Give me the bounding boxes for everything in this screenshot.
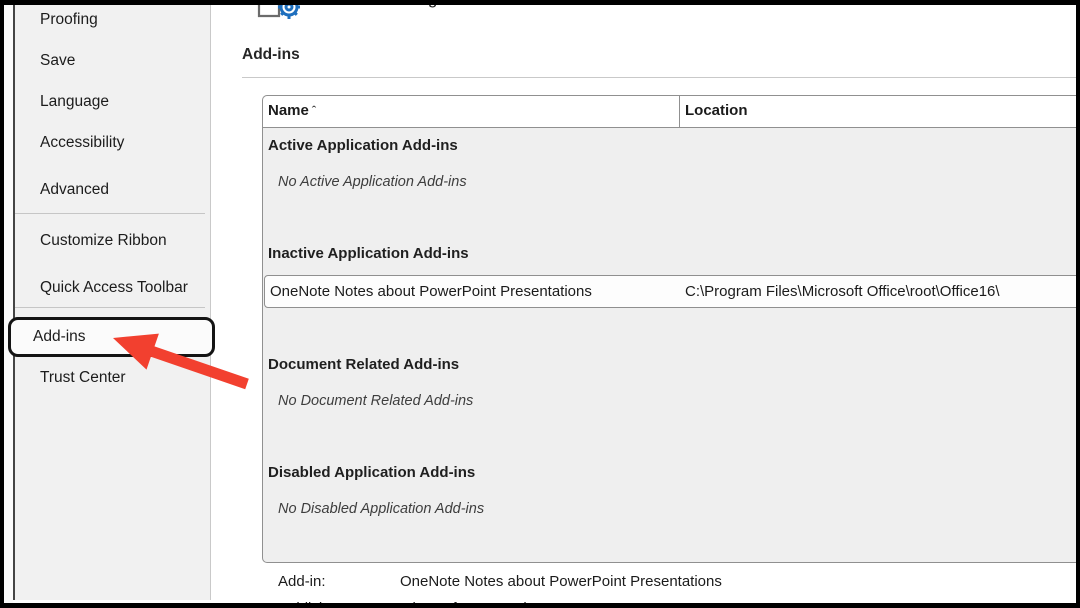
sidebar-separator [15, 213, 205, 214]
column-header-location[interactable]: Location [685, 102, 748, 119]
group-heading-inactive: Inactive Application Add-ins [268, 245, 469, 262]
sidebar-item-label: Add-ins [33, 328, 86, 345]
addin-name: OneNote Notes about PowerPoint Presentat… [270, 283, 592, 300]
sidebar-item-advanced[interactable]: Advanced [40, 181, 109, 199]
addin-location: C:\Program Files\Microsoft Office\root\O… [685, 283, 1000, 300]
sidebar-item-proofing[interactable]: Proofing [40, 11, 98, 29]
group-heading-active: Active Application Add-ins [268, 137, 458, 154]
sidebar-item-trust-center[interactable]: Trust Center [40, 369, 126, 387]
sidebar-item-language[interactable]: Language [40, 93, 109, 111]
table-header: Name ˆ Location [263, 96, 1076, 128]
frame-bottom [0, 603, 1080, 608]
frame-left [0, 0, 4, 608]
table-row-onenote-addin[interactable]: OneNote Notes about PowerPoint Presentat… [264, 275, 1080, 308]
group-empty-active: No Active Application Add-ins [278, 174, 467, 190]
sidebar-item-save[interactable]: Save [40, 52, 75, 70]
page-title: Add-ins [242, 46, 300, 63]
sidebar-item-quick-access-toolbar[interactable]: Quick Access Toolbar [40, 279, 188, 297]
detail-value: OneNote Notes about PowerPoint Presentat… [400, 573, 722, 590]
frame-right [1076, 0, 1080, 608]
frame-top [0, 0, 1080, 5]
addins-page: View and manage Microsoft Office Add-ins… [211, 0, 1080, 608]
sidebar-item-customize-ribbon[interactable]: Customize Ribbon [40, 232, 167, 250]
sidebar-separator [15, 307, 205, 308]
clipped-caption-text: View and manage Microsoft Office Add-ins… [311, 5, 731, 9]
title-divider [242, 77, 1076, 78]
sidebar-item-add-ins[interactable]: Add-ins [8, 317, 215, 357]
group-empty-document: No Document Related Add-ins [278, 393, 474, 409]
group-heading-disabled: Disabled Application Add-ins [268, 464, 476, 481]
detail-label: Add-in: [278, 573, 326, 590]
sort-ascending-icon: ˆ [311, 103, 317, 118]
powerpoint-options-dialog: Proofing Save Language Accessibility Adv… [0, 0, 1080, 608]
column-header-name[interactable]: Name ˆ [268, 102, 316, 119]
options-sidebar: Proofing Save Language Accessibility Adv… [8, 5, 215, 600]
column-divider[interactable] [679, 96, 680, 127]
group-heading-document: Document Related Add-ins [268, 356, 460, 373]
dialog-background-sliver [4, 5, 13, 603]
addins-table: Name ˆ Location Active Application Add-in… [262, 95, 1080, 563]
sidebar-item-accessibility[interactable]: Accessibility [40, 134, 124, 152]
group-empty-disabled: No Disabled Application Add-ins [278, 501, 485, 517]
